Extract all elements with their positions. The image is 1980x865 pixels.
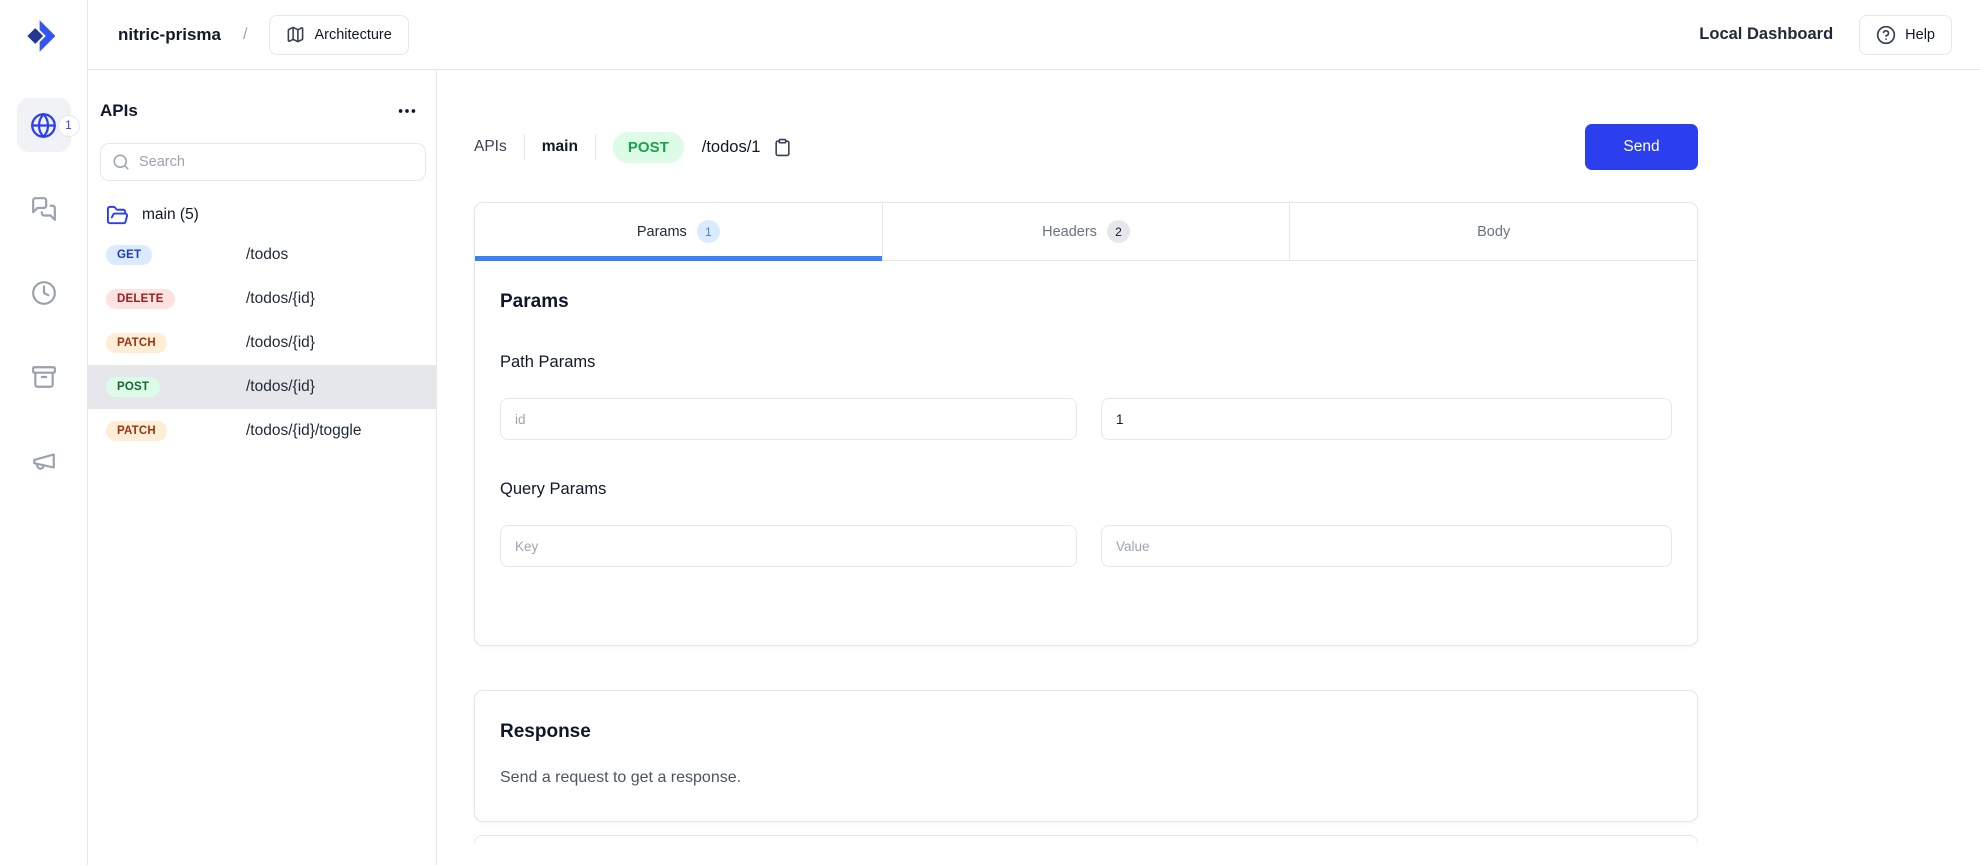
endpoint-row[interactable]: DELETE /todos/{id}: [88, 277, 436, 321]
endpoint-path: /todos: [246, 246, 288, 264]
rail-item-apis[interactable]: 1: [17, 98, 71, 152]
archive-box-icon: [31, 364, 57, 390]
send-button[interactable]: Send: [1585, 124, 1698, 170]
apis-count-badge: 1: [58, 115, 80, 137]
rail-nav: 1: [17, 98, 71, 488]
help-label: Help: [1905, 27, 1935, 43]
request-path: /todos/1: [702, 138, 761, 157]
params-title: Params: [500, 291, 1672, 313]
path-params-title: Path Params: [500, 353, 1672, 372]
method-badge: POST: [106, 377, 160, 397]
endpoint-list: GET /todos DELETE /todos/{id} PATCH /tod…: [88, 233, 436, 453]
endpoint-path: /todos/{id}/toggle: [246, 422, 362, 440]
tab-headers-label: Headers: [1042, 224, 1097, 240]
endpoint-path: /todos/{id}: [246, 334, 315, 352]
response-card: Response Send a request to get a respons…: [474, 690, 1698, 822]
rail-item-websockets[interactable]: [17, 182, 71, 236]
map-icon: [286, 25, 305, 44]
breadcrumb-divider: [595, 134, 596, 160]
globe-icon: [30, 112, 57, 139]
sidebar-menu-button[interactable]: [392, 96, 422, 126]
megaphone-icon: [31, 448, 57, 474]
request-method-badge: POST: [613, 132, 684, 163]
query-param-value-input[interactable]: [1101, 525, 1672, 567]
ellipsis-icon: [396, 100, 418, 122]
tab-headers-badge: 2: [1107, 220, 1130, 243]
copy-path-button[interactable]: [771, 136, 794, 159]
rail-item-schedules[interactable]: [17, 266, 71, 320]
architecture-label: Architecture: [314, 27, 391, 43]
tab-body-label: Body: [1477, 224, 1510, 240]
endpoint-row[interactable]: POST /todos/{id}: [88, 365, 436, 409]
chat-bubbles-icon: [31, 196, 57, 222]
dashboard-title: Local Dashboard: [1699, 25, 1833, 44]
help-circle-icon: [1876, 25, 1896, 45]
breadcrumb-divider: [524, 134, 525, 160]
clock-icon: [31, 280, 57, 306]
tab-params-label: Params: [637, 224, 687, 240]
tab-body[interactable]: Body: [1290, 203, 1697, 260]
folder-open-icon: [106, 204, 129, 227]
search-input[interactable]: [100, 143, 426, 181]
header-separator: /: [243, 26, 247, 44]
search-icon: [112, 153, 130, 171]
breadcrumb-api: main: [542, 138, 578, 156]
method-badge: DELETE: [106, 289, 175, 309]
request-tabs: Params 1 Headers 2 Body: [475, 203, 1697, 261]
endpoint-row[interactable]: GET /todos: [88, 233, 436, 277]
api-group-label: main (5): [142, 206, 199, 224]
rail-item-storage[interactable]: [17, 350, 71, 404]
api-group-main[interactable]: main (5): [88, 197, 436, 233]
response-title: Response: [500, 721, 1672, 743]
clipboard-icon: [773, 138, 792, 157]
project-name: nitric-prisma: [118, 25, 221, 45]
apis-sidebar: APIs main: [88, 70, 437, 865]
sidebar-title: APIs: [100, 101, 138, 121]
left-rail: 1: [0, 0, 88, 865]
nitric-logo-icon: [23, 15, 65, 57]
method-badge: GET: [106, 245, 152, 265]
tab-params-badge: 1: [697, 220, 720, 243]
endpoint-row[interactable]: PATCH /todos/{id}/toggle: [88, 409, 436, 453]
endpoint-path: /todos/{id}: [246, 290, 315, 308]
path-param-value-input[interactable]: [1101, 398, 1672, 440]
top-header: nitric-prisma / Architecture Local Dashb…: [88, 0, 1980, 70]
path-param-key-input[interactable]: [500, 398, 1077, 440]
query-params-title: Query Params: [500, 480, 1672, 499]
method-badge: PATCH: [106, 421, 167, 441]
request-card: Params 1 Headers 2 Body: [474, 202, 1698, 646]
breadcrumb-root: APIs: [474, 138, 507, 156]
help-button[interactable]: Help: [1859, 15, 1952, 55]
architecture-button[interactable]: Architecture: [269, 15, 408, 55]
app-root: 1: [0, 0, 1980, 865]
response-empty-message: Send a request to get a response.: [500, 769, 1672, 787]
endpoint-row[interactable]: PATCH /todos/{id}: [88, 321, 436, 365]
endpoint-path: /todos/{id}: [246, 378, 315, 396]
tab-headers[interactable]: Headers 2: [883, 203, 1291, 260]
nitric-logo[interactable]: [21, 13, 67, 59]
query-param-key-input[interactable]: [500, 525, 1077, 567]
rail-item-feedback[interactable]: [17, 434, 71, 488]
method-badge: PATCH: [106, 333, 167, 353]
tab-params[interactable]: Params 1: [475, 203, 883, 260]
next-card-edge: [474, 835, 1698, 843]
main-panel: APIs main POST /todos/1: [437, 70, 1980, 865]
breadcrumb: APIs main POST /todos/1: [474, 132, 794, 163]
